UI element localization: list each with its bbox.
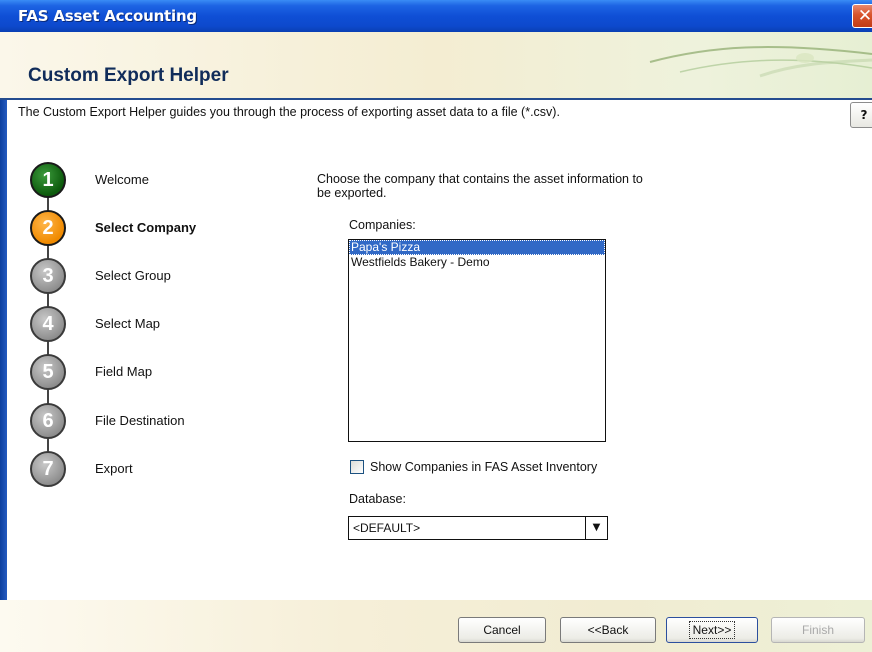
step-field-map: 5 Field Map [0,354,260,394]
step-label: File Destination [95,413,185,428]
instruction-text: Choose the company that contains the ass… [317,172,717,200]
show-companies-checkbox[interactable] [350,460,364,474]
window-title: FAS Asset Accounting [18,7,197,25]
header-banner: Custom Export Helper [0,32,872,98]
list-item[interactable]: Papa's Pizza [349,240,605,255]
step-file-destination: 6 File Destination [0,403,260,443]
step-label: Welcome [95,172,149,187]
title-bar[interactable]: FAS Asset Accounting ✕ [0,0,872,32]
list-item[interactable]: Westfields Bakery - Demo [349,255,605,270]
companies-list[interactable]: Papa's Pizza Westfields Bakery - Demo [348,239,606,442]
close-icon: ✕ [857,6,872,26]
help-button[interactable]: ? [850,102,872,128]
step-select-group: 3 Select Group [0,258,260,298]
database-value: <DEFAULT> [353,521,421,535]
step-label: Select Map [95,316,161,331]
show-companies-label[interactable]: Show Companies in FAS Asset Inventory [370,460,597,474]
step-label: Field Map [95,364,153,379]
database-dropdown[interactable]: <DEFAULT> ▼ [348,516,608,540]
step-label: Select Group [95,268,171,283]
step-1-icon: 1 [30,162,66,198]
finish-button-label: Finish [801,623,834,637]
wizard-window: FAS Asset Accounting ✕ Custom Export Hel… [0,0,872,652]
header-divider [0,98,872,100]
cancel-button-label: Cancel [483,623,521,637]
database-label: Database: [349,492,406,506]
help-icon: ? [860,108,868,122]
instruction-line-2: be exported. [317,186,387,200]
step-label: Export [95,461,133,476]
close-button[interactable]: ✕ [852,4,872,28]
intro-text: The Custom Export Helper guides you thro… [18,105,560,119]
step-7-icon: 7 [30,451,66,487]
dropdown-arrow-icon[interactable]: ▼ [585,517,607,539]
next-button-label: Next>> [688,621,736,639]
companies-label: Companies: [349,218,416,232]
step-3-icon: 3 [30,258,66,294]
step-label: Select Company [95,220,197,235]
step-2-icon: 2 [30,210,66,246]
back-button[interactable]: <<Back [560,617,656,643]
step-export: 7 Export [0,451,260,491]
step-welcome: 1 Welcome [0,162,260,202]
step-4-icon: 4 [30,306,66,342]
instruction-line-1: Choose the company that contains the ass… [317,172,643,186]
step-select-map: 4 Select Map [0,306,260,346]
back-button-label: <<Back [587,623,629,637]
finish-button: Finish [771,617,865,643]
decorative-swoosh-icon [649,46,872,78]
step-select-company: 2 Select Company [0,210,260,250]
cancel-button[interactable]: Cancel [458,617,546,643]
step-5-icon: 5 [30,354,66,390]
next-button[interactable]: Next>> [666,617,758,643]
step-6-icon: 6 [30,403,66,439]
page-title: Custom Export Helper [28,65,229,86]
